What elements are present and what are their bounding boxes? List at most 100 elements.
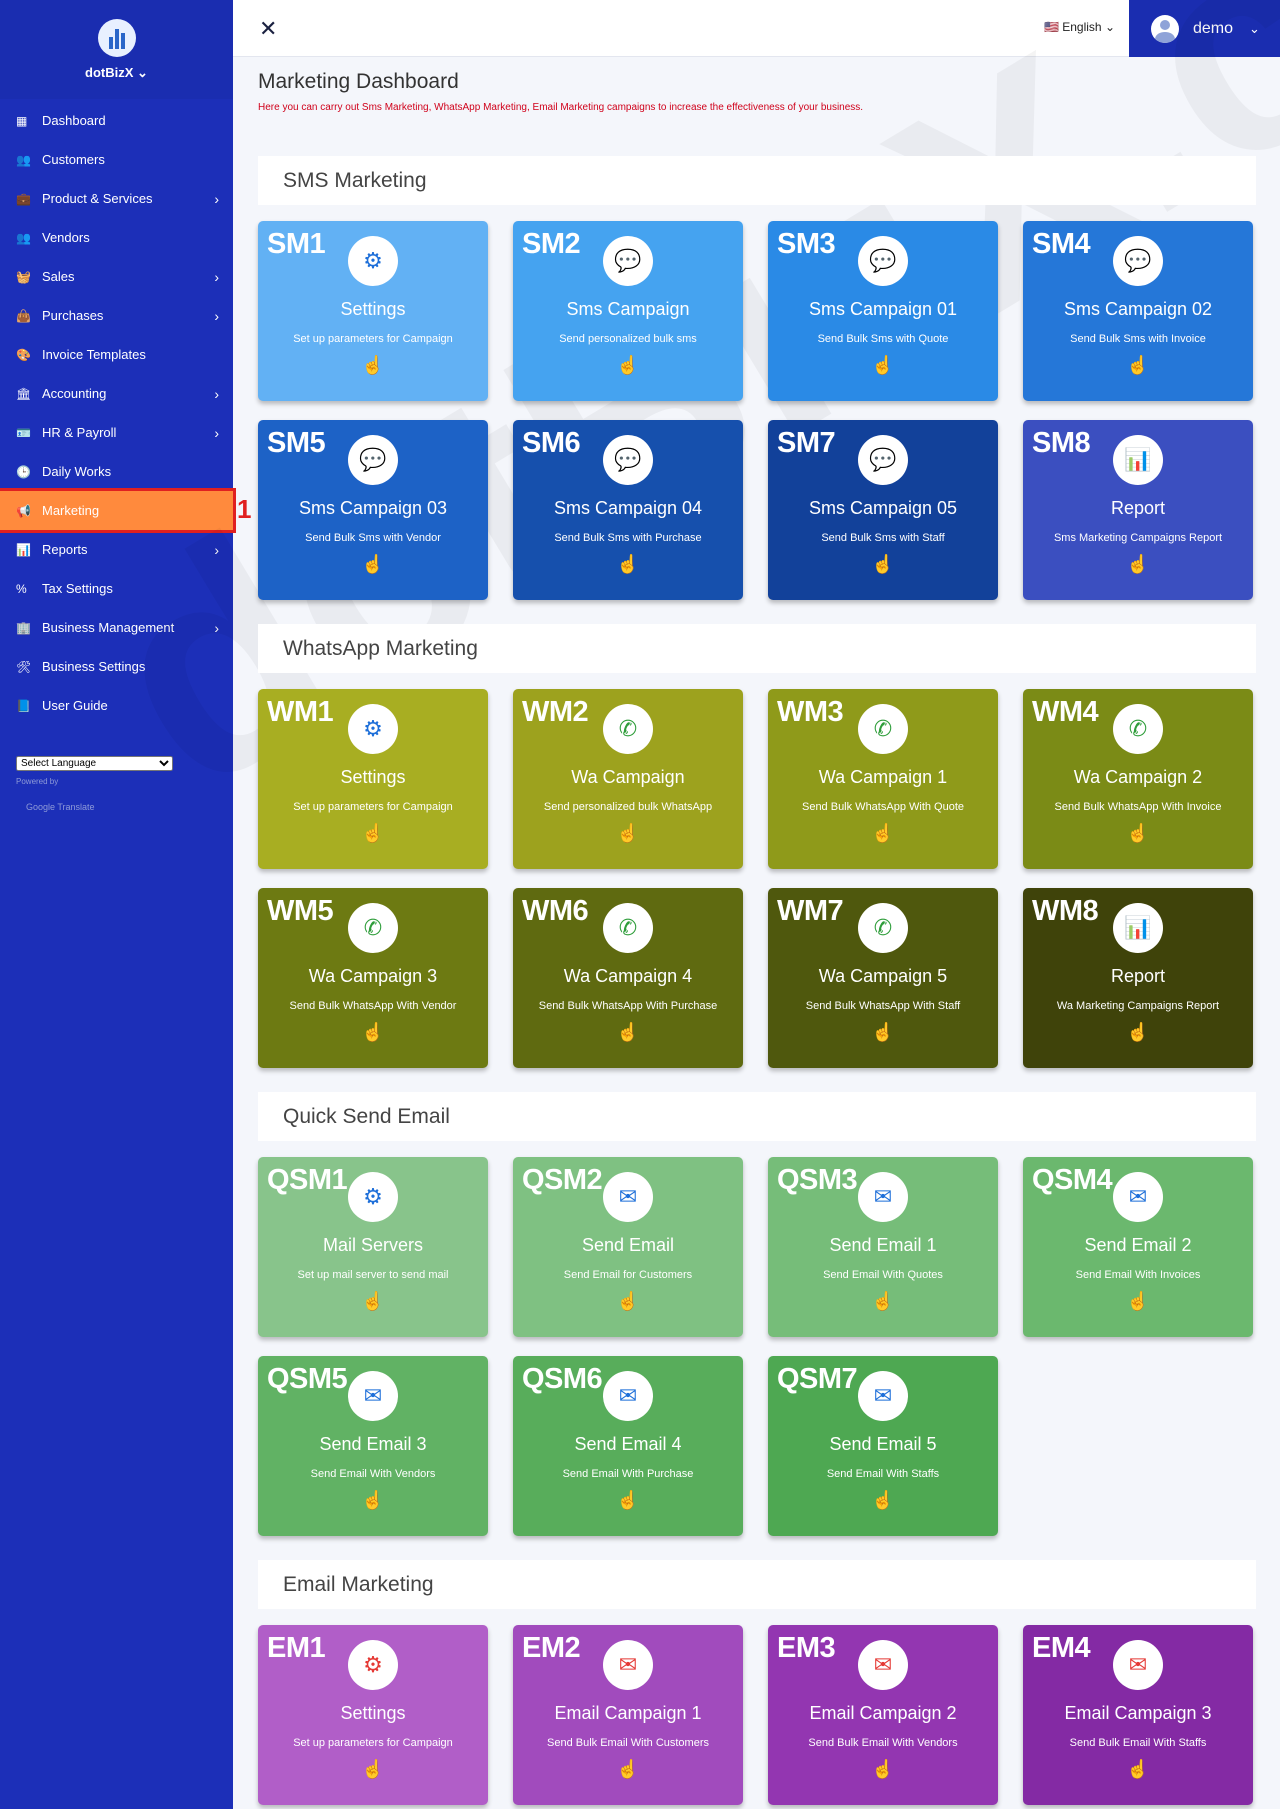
company-switcher[interactable]: dotBizX ⌄ — [85, 65, 148, 81]
card-title: Email Campaign 2 — [809, 1703, 957, 1723]
card-sm7[interactable]: SM7 💬 Sms Campaign 05 Send Bulk Sms with St… — [768, 420, 998, 600]
card-description: Sms Marketing Campaigns Report — [1053, 532, 1223, 544]
card-code: WM4 — [1032, 696, 1099, 728]
gear-icon: ⚙ — [348, 1172, 398, 1222]
card-icon-glyph: 💬 — [614, 447, 642, 472]
card-description: Send Bulk Email With Vendors — [808, 1737, 958, 1749]
card-grid: QSM1 ⚙ Mail Servers Set up mail server to s… — [258, 1157, 1256, 1536]
brand[interactable]: dotBizX ⌄ — [0, 0, 233, 99]
sidebar-item-label: Purchases — [42, 308, 104, 323]
sidebar-item-hr-payroll[interactable]: 🪪 HR & Payroll › — [0, 413, 233, 452]
card-code: SM3 — [777, 228, 836, 260]
sidebar-item-tax-settings[interactable]: % Tax Settings — [0, 569, 233, 608]
hand-pointer-icon: ☝ — [616, 823, 640, 843]
card-title: Report — [1110, 966, 1166, 986]
chevron-right-icon: › — [214, 541, 219, 558]
sidebar-item-invoice-templates[interactable]: 🎨 Invoice Templates — [0, 335, 233, 374]
sidebar-item-product-services[interactable]: 💼 Product & Services › — [0, 179, 233, 218]
sidebar-item-marketing[interactable]: 📢 Marketing — [0, 488, 236, 533]
sidebar-item-label: Business Settings — [42, 659, 146, 674]
sidebar-item-sales[interactable]: 🧺 Sales › — [0, 257, 233, 296]
sidebar-item-vendors[interactable]: 👥 Vendors — [0, 218, 233, 257]
card-em3[interactable]: EM3 ✉ Email Campaign 2 Send Bulk Email With… — [768, 1625, 998, 1805]
card-sm8[interactable]: SM8 📊 Report Sms Marketing Campaigns Report… — [1023, 420, 1253, 600]
sidebar-item-reports[interactable]: 📊 Reports › — [0, 530, 233, 569]
card-qsm3[interactable]: QSM3 ✉ Send Email 1 Send Email With Quotes ☝ — [768, 1157, 998, 1337]
card-code: EM1 — [267, 1632, 326, 1664]
hand-pointer-icon: ☝ — [1126, 1022, 1150, 1042]
card-sm5[interactable]: SM5 💬 Sms Campaign 03 Send Bulk Sms with Ve… — [258, 420, 488, 600]
chevron-down-icon: ⌄ — [1104, 20, 1115, 34]
sidebar-item-dashboard[interactable]: ▦ Dashboard — [0, 101, 233, 140]
card-sm1[interactable]: SM1 ⚙ Settings Set up parameters for Campai… — [258, 221, 488, 401]
card-sm6[interactable]: SM6 💬 Sms Campaign 04 Send Bulk Sms with Pu… — [513, 420, 743, 600]
sidebar-item-accounting[interactable]: 🏛 Accounting › — [0, 374, 233, 413]
card-em4[interactable]: EM4 ✉ Email Campaign 3 Send Bulk Email With… — [1023, 1625, 1253, 1805]
card-qsm7[interactable]: QSM7 ✉ Send Email 5 Send Email With Staffs ☝ — [768, 1356, 998, 1536]
card-code: SM6 — [522, 427, 581, 459]
section-title: Email Marketing — [258, 1560, 1256, 1609]
sidebar-item-daily-works[interactable]: 🕒 Daily Works — [0, 452, 233, 491]
company-name: dotBizX — [85, 64, 134, 80]
card-code: SM2 — [522, 228, 581, 260]
sidebar-item-user-guide[interactable]: 📘 User Guide — [0, 686, 233, 725]
card-sm4[interactable]: SM4 💬 Sms Campaign 02 Send Bulk Sms with In… — [1023, 221, 1253, 401]
hand-pointer-icon: ☝ — [361, 1759, 385, 1779]
card-wm1[interactable]: WM1 ⚙ Settings Set up parameters for Campai… — [258, 689, 488, 869]
card-wm7[interactable]: WM7 ✆ Wa Campaign 5 Send Bulk WhatsApp With… — [768, 888, 998, 1068]
gear-icon: ⚙ — [348, 704, 398, 754]
email-send-icon: ✉ — [603, 1640, 653, 1690]
card-icon-glyph: ✉ — [618, 1652, 638, 1677]
language-select[interactable]: Select Language — [16, 756, 173, 771]
message-icon: 💬 — [603, 236, 653, 286]
google-translate-link[interactable]: Google Translate — [26, 802, 95, 812]
language-dropdown[interactable]: 🇺🇸 English ⌄ — [1044, 20, 1115, 34]
card-qsm4[interactable]: QSM4 ✉ Send Email 2 Send Email With Invoice… — [1023, 1157, 1253, 1337]
message-icon: 💬 — [603, 435, 653, 485]
sections: SMS Marketing SM1 ⚙ Settings Set up paramete… — [258, 156, 1256, 1805]
card-description: Send Email With Vendors — [310, 1468, 436, 1480]
card-qsm2[interactable]: QSM2 ✉ Send Email Send Email for Customers ☝ — [513, 1157, 743, 1337]
card-title: Wa Campaign 5 — [818, 966, 948, 986]
card-qsm5[interactable]: QSM5 ✉ Send Email 3 Send Email With Vendors… — [258, 1356, 488, 1536]
sidebar-item-business-settings[interactable]: 🛠 Business Settings — [0, 647, 233, 686]
sidebar-item-label: Product & Services — [42, 191, 153, 206]
card-wm6[interactable]: WM6 ✆ Wa Campaign 4 Send Bulk WhatsApp With… — [513, 888, 743, 1068]
card-sm2[interactable]: SM2 💬 Sms Campaign Send personalized bulk s… — [513, 221, 743, 401]
card-title: Send Email 3 — [319, 1434, 427, 1454]
card-icon-glyph: ✉ — [618, 1184, 638, 1209]
card-wm8[interactable]: WM8 📊 Report Wa Marketing Campaigns Report ☝ — [1023, 888, 1253, 1068]
card-wm3[interactable]: WM3 ✆ Wa Campaign 1 Send Bulk WhatsApp With… — [768, 689, 998, 869]
card-qsm6[interactable]: QSM6 ✉ Send Email 4 Send Email With Purchas… — [513, 1356, 743, 1536]
sidebar-item-label: Accounting — [42, 386, 107, 401]
card-title: Sms Campaign 04 — [553, 498, 703, 518]
card-description: Send Email With Purchase — [562, 1468, 694, 1480]
close-icon[interactable]: ✕ — [259, 16, 277, 42]
hand-pointer-icon: ☝ — [616, 554, 640, 574]
card-wm2[interactable]: WM2 ✆ Wa Campaign Send personalized bulk Wh… — [513, 689, 743, 869]
card-em1[interactable]: EM1 ⚙ Settings Set up parameters for Campai… — [258, 1625, 488, 1805]
sidebar-item-purchases[interactable]: 👜 Purchases › — [0, 296, 233, 335]
card-em2[interactable]: EM2 ✉ Email Campaign 1 Send Bulk Email With… — [513, 1625, 743, 1805]
card-icon-glyph: 💬 — [1124, 248, 1152, 273]
card-description: Send Bulk WhatsApp With Vendor — [289, 1000, 457, 1012]
card-code: SM4 — [1032, 228, 1091, 260]
card-description: Send Bulk Sms with Vendor — [305, 532, 441, 544]
section-title: Quick Send Email — [258, 1092, 1256, 1141]
card-code: QSM7 — [777, 1363, 858, 1395]
sidebar-item-business-management[interactable]: 🏢 Business Management › — [0, 608, 233, 647]
section-title: WhatsApp Marketing — [258, 624, 1256, 673]
hand-pointer-icon: ☝ — [871, 1759, 895, 1779]
tools-icon: 🛠 — [16, 659, 32, 674]
sidebar-item-customers[interactable]: 👥 Customers — [0, 140, 233, 179]
topbar: ✕ 🇺🇸 English ⌄ demo ⌄ — [233, 0, 1280, 57]
card-grid: WM1 ⚙ Settings Set up parameters for Campai… — [258, 689, 1256, 1068]
card-sm3[interactable]: SM3 💬 Sms Campaign 01 Send Bulk Sms with Qu… — [768, 221, 998, 401]
card-qsm1[interactable]: QSM1 ⚙ Mail Servers Set up mail server to s… — [258, 1157, 488, 1337]
email-send-icon: ✉ — [858, 1172, 908, 1222]
sidebar-item-label: Invoice Templates — [42, 347, 146, 362]
whatsapp-icon: ✆ — [348, 903, 398, 953]
card-wm4[interactable]: WM4 ✆ Wa Campaign 2 Send Bulk WhatsApp With… — [1023, 689, 1253, 869]
user-menu[interactable]: demo ⌄ — [1129, 0, 1280, 57]
card-wm5[interactable]: WM5 ✆ Wa Campaign 3 Send Bulk WhatsApp With… — [258, 888, 488, 1068]
